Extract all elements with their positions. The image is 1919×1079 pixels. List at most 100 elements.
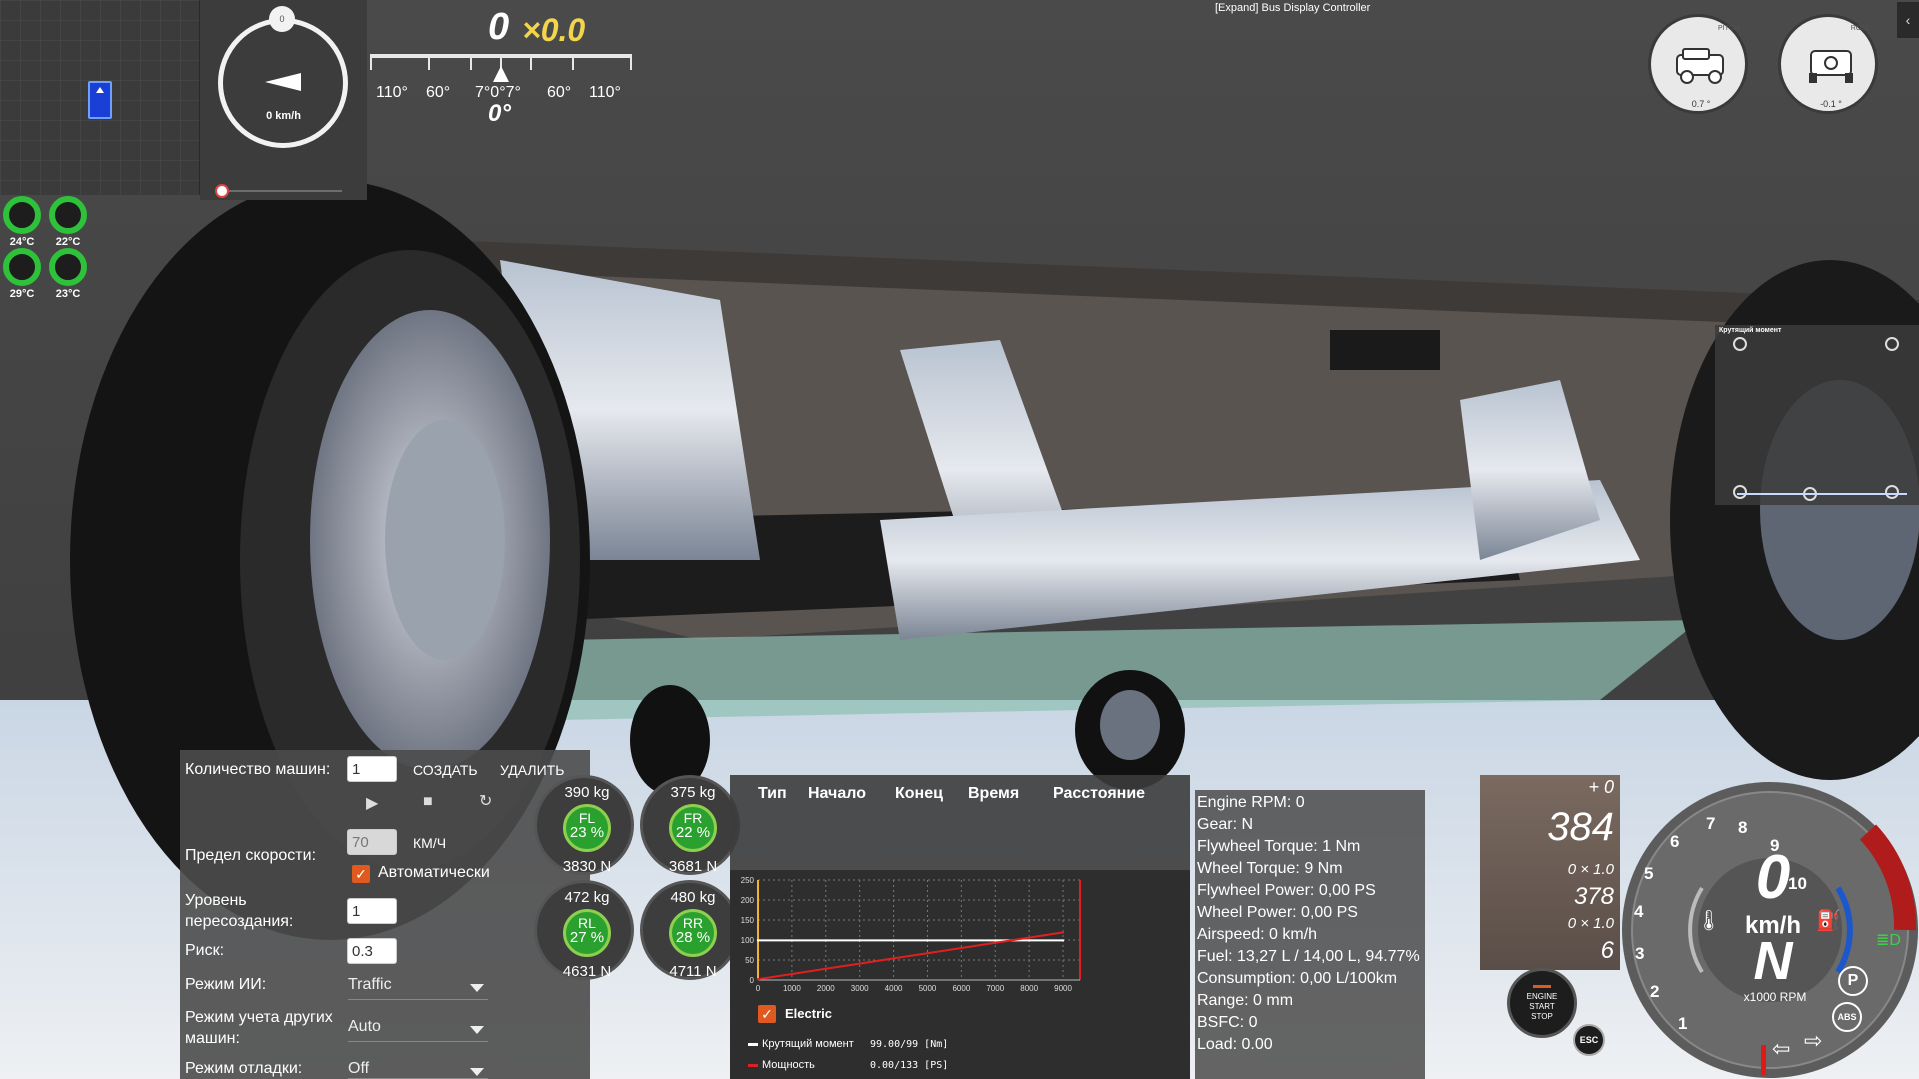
vehicle-front-icon xyxy=(1809,50,1853,83)
x-tick-label: 6000 xyxy=(952,984,970,993)
current-gear: N xyxy=(1753,931,1793,991)
drivetrain-link xyxy=(1737,493,1907,495)
debug-mode-label: Режим отладки: xyxy=(185,1060,303,1077)
turn-right-icon[interactable]: ⇨ xyxy=(1804,1028,1822,1054)
zoom-slider-handle[interactable] xyxy=(215,184,229,198)
steering-angle: 0° xyxy=(488,100,511,127)
stat-wheel-power: Wheel Power: 0,00 PS xyxy=(1197,904,1358,921)
data-point xyxy=(1061,939,1065,942)
settings-gear-icon[interactable] xyxy=(1885,337,1899,351)
vehicle-count-label: Количество машин: xyxy=(185,761,331,778)
stop-icon[interactable]: ■ xyxy=(423,793,433,811)
tire-icon xyxy=(3,248,41,286)
window-title[interactable]: [Expand] Bus Display Controller xyxy=(1215,2,1370,14)
wheel-name: FL xyxy=(578,810,596,826)
power-legend: Мощность xyxy=(748,1059,815,1071)
wheel-load-kg: 375 kg xyxy=(670,784,716,801)
tacho-number: 8 xyxy=(1738,818,1748,837)
roll-value: -0.1 ° xyxy=(1820,99,1842,109)
steering-tick-label: 60° xyxy=(426,84,451,101)
gear-multiplier-2: 0 × 1.0 xyxy=(1567,915,1614,932)
y-tick-label: 200 xyxy=(741,896,755,905)
delete-button[interactable]: УДАЛИТЬ xyxy=(500,762,564,778)
gear-delta: + 0 xyxy=(1588,777,1614,797)
engine-button-line3: STOP xyxy=(1531,1012,1553,1021)
respawn-input[interactable] xyxy=(347,898,397,924)
column-header-time[interactable]: Время xyxy=(968,785,1019,803)
auto-speed-checkbox[interactable]: ✓ xyxy=(352,865,370,883)
player-vehicle-marker xyxy=(88,81,112,119)
power-swatch xyxy=(748,1063,758,1067)
wheel-load-pct: 23 % xyxy=(569,824,605,841)
heading-arrow-icon xyxy=(265,73,301,91)
data-point xyxy=(1027,936,1031,939)
roll-label: ROLL xyxy=(1850,25,1869,32)
tacho-number: 6 xyxy=(1670,832,1680,851)
others-mode-select[interactable]: Auto xyxy=(348,1018,488,1042)
compass-north-marker: 0 xyxy=(269,6,295,32)
wheel-load-pct: 22 % xyxy=(675,824,711,841)
y-tick-label: 150 xyxy=(741,916,755,925)
torque-panel-title: Крутящий момент xyxy=(1719,327,1782,334)
stat-engine-rpm: Engine RPM: 0 xyxy=(1197,794,1305,811)
pitch-label: PITCH xyxy=(1718,25,1739,32)
x-tick-label: 4000 xyxy=(885,984,903,993)
risk-input[interactable] xyxy=(347,938,397,964)
rpm-unit: x1000 RPM xyxy=(1743,990,1807,1004)
column-header-end[interactable]: Конец xyxy=(895,785,943,803)
collapse-panel-button[interactable]: ‹ xyxy=(1897,2,1919,38)
steering-tick-label: 110° xyxy=(376,84,408,101)
engine-stats-panel: Engine RPM: 0 Gear: N Flywheel Torque: 1… xyxy=(1195,790,1425,1079)
data-point xyxy=(824,967,827,970)
tacho-number: 1 xyxy=(1678,1014,1688,1033)
column-header-type[interactable]: Тип xyxy=(758,785,787,803)
debug-mode-select[interactable]: Off xyxy=(348,1060,488,1079)
drivetrain-node-icon[interactable] xyxy=(1885,485,1899,499)
electric-checkbox[interactable]: ✓ xyxy=(758,1005,776,1023)
x-tick-label: 3000 xyxy=(851,984,869,993)
wheel-load-n: 3681 N xyxy=(668,858,718,875)
chevron-down-icon xyxy=(470,1026,484,1034)
tire-temp-fl: 24°C xyxy=(2,196,42,248)
steering-tick xyxy=(470,58,472,70)
play-icon[interactable]: ▶ xyxy=(366,793,378,813)
data-point xyxy=(892,939,895,942)
wheel-load-indicator: FR 22 % xyxy=(669,804,717,852)
data-point xyxy=(790,972,794,976)
wheel-name: RL xyxy=(578,915,596,931)
ai-mode-select[interactable]: Traffic xyxy=(348,976,488,1000)
minimap[interactable] xyxy=(0,0,200,195)
stat-fuel: Fuel: 13,27 L / 14,00 L, 94.77% xyxy=(1197,948,1420,965)
torque-legend-value: 99.00/99 [Nm] xyxy=(870,1039,949,1050)
data-point xyxy=(926,952,929,955)
others-mode-label: Режим учета других машин: xyxy=(185,1009,333,1047)
zoom-slider-track[interactable] xyxy=(220,190,342,192)
turn-left-icon[interactable]: ⇦ xyxy=(1772,1036,1790,1062)
vehicle-count-input[interactable] xyxy=(347,756,397,782)
engine-start-stop-button[interactable]: ENGINE START STOP xyxy=(1507,968,1577,1038)
steering-tick-label: 60° xyxy=(547,84,572,101)
tacho-number: 2 xyxy=(1650,982,1660,1001)
temperature-icon: 🌡 xyxy=(1696,910,1722,932)
esc-button[interactable]: ESC xyxy=(1573,1024,1605,1056)
create-button[interactable]: СОЗДАТЬ xyxy=(413,762,478,778)
steering-readout: 0 ×0.0 110° 60° 7°0°7° 60° 110° 0° xyxy=(370,0,635,130)
engine-button-line1: ENGINE xyxy=(1526,992,1558,1001)
column-header-distance[interactable]: Расстояние xyxy=(1053,785,1145,803)
debug-mode-value: Off xyxy=(348,1060,370,1077)
risk-label: Риск: xyxy=(185,942,225,959)
drivetrain-node-icon[interactable] xyxy=(1733,485,1747,499)
tire-temp-rr: 23°C xyxy=(48,248,88,300)
compass-panel: 0 0 km/h xyxy=(200,0,367,200)
refresh-icon[interactable]: ↻ xyxy=(479,791,492,811)
stat-gear: Gear: N xyxy=(1197,816,1254,833)
settings-gear-icon[interactable] xyxy=(1733,337,1747,351)
tire-icon xyxy=(49,196,87,234)
speed-limit-label: Предел скорости: xyxy=(185,847,317,864)
speed-limit-input[interactable] xyxy=(347,829,397,855)
column-header-start[interactable]: Начало xyxy=(808,785,866,803)
data-point xyxy=(994,941,997,944)
compass-speed-readout: 0 km/h xyxy=(266,110,301,122)
tire-temp-label: 22°C xyxy=(55,236,81,248)
data-point xyxy=(960,946,963,950)
